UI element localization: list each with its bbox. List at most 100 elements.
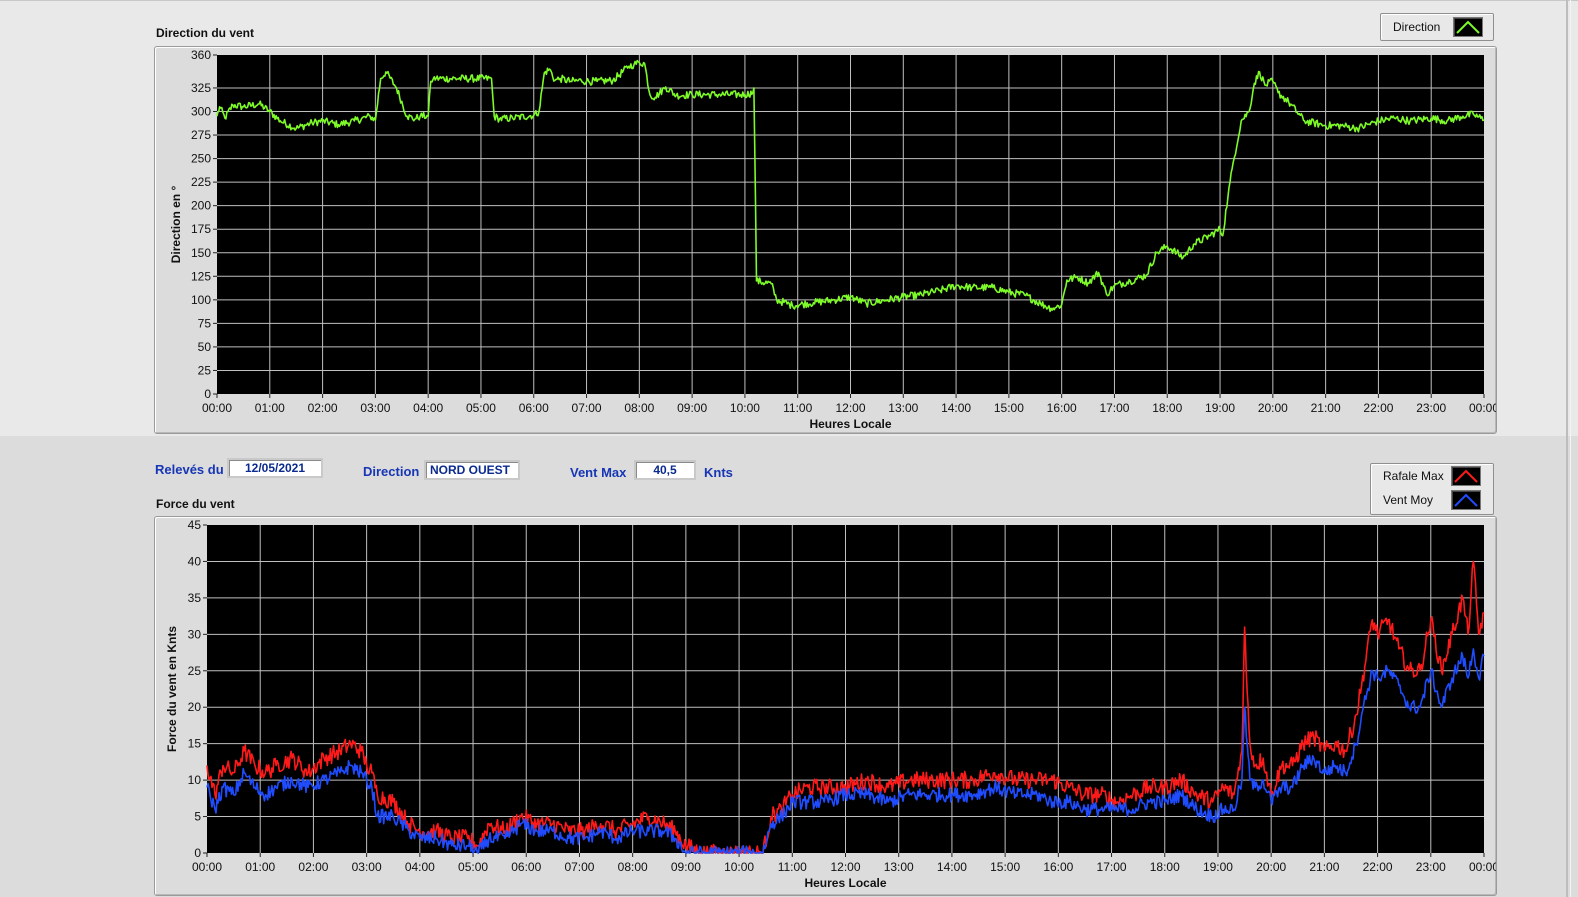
x-tick-label: 00:00 (202, 401, 232, 415)
vent-max-field[interactable]: 40,5 (634, 460, 696, 480)
x-tick-label: 19:00 (1205, 401, 1235, 415)
y-tick-label: 325 (191, 81, 211, 95)
x-tick-label: 17:00 (1099, 401, 1129, 415)
vent-max-label: Vent Max (570, 465, 627, 480)
x-tick-label: 00:00 (1469, 860, 1496, 874)
window-edge (1566, 0, 1568, 897)
x-tick-label: 16:00 (1043, 860, 1073, 874)
x-tick-label: 03:00 (352, 860, 382, 874)
x-tick-label: 10:00 (724, 860, 754, 874)
y-tick-label: 50 (198, 340, 212, 354)
x-tick-label: 11:00 (778, 860, 807, 874)
y-tick-label: 225 (191, 175, 211, 189)
date-label: Relevés du (155, 462, 224, 477)
y-tick-label: 20 (188, 700, 202, 714)
y-tick-label: 25 (198, 363, 212, 377)
x-tick-label: 06:00 (519, 401, 549, 415)
y-tick-label: 175 (191, 222, 211, 236)
y-tick-label: 100 (191, 293, 211, 307)
x-tick-label: 23:00 (1416, 860, 1446, 874)
x-tick-label: 09:00 (677, 401, 707, 415)
x-tick-label: 06:00 (511, 860, 541, 874)
y-tick-label: 45 (188, 518, 202, 532)
x-tick-label: 00:00 (192, 860, 222, 874)
y-axis-label: Direction en ° (169, 186, 183, 264)
legend-swatch-rafale (1451, 466, 1481, 486)
y-tick-label: 0 (204, 387, 211, 401)
x-tick-label: 14:00 (937, 860, 967, 874)
x-tick-label: 14:00 (941, 401, 971, 415)
legend-item-moyen: Vent Moy (1371, 488, 1493, 512)
x-tick-label: 20:00 (1258, 401, 1288, 415)
force-panel-title: Force du vent (156, 497, 235, 511)
x-tick-label: 23:00 (1416, 401, 1446, 415)
direction-field[interactable]: NORD OUEST (424, 460, 520, 480)
x-tick-label: 21:00 (1311, 401, 1341, 415)
x-axis-label: Heures Locale (809, 417, 891, 431)
x-tick-label: 15:00 (994, 401, 1024, 415)
legend-label-direction: Direction (1393, 20, 1441, 34)
x-tick-label: 22:00 (1363, 860, 1393, 874)
x-tick-label: 09:00 (671, 860, 701, 874)
x-tick-label: 07:00 (564, 860, 594, 874)
y-tick-label: 150 (191, 246, 211, 260)
x-axis-label: Heures Locale (804, 876, 886, 890)
x-tick-label: 21:00 (1309, 860, 1339, 874)
x-tick-label: 15:00 (990, 860, 1020, 874)
x-tick-label: 13:00 (888, 401, 918, 415)
y-tick-label: 360 (191, 48, 211, 62)
y-tick-label: 125 (191, 269, 211, 283)
y-tick-label: 35 (188, 591, 202, 605)
x-tick-label: 12:00 (830, 860, 860, 874)
y-axis-label: Force du vent en Knts (165, 626, 179, 752)
force-legend: Rafale Max Vent Moy (1370, 463, 1494, 515)
y-tick-label: 25 (188, 664, 202, 678)
x-tick-label: 05:00 (458, 860, 488, 874)
legend-item-rafale: Rafale Max (1371, 464, 1493, 488)
x-tick-label: 12:00 (835, 401, 865, 415)
x-tick-label: 02:00 (308, 401, 338, 415)
y-tick-label: 250 (191, 152, 211, 166)
x-tick-label: 20:00 (1256, 860, 1286, 874)
direction-chart: 00:00 01:00 02:00 03:00 04:00 05:00 06:00 07:00… (169, 48, 1496, 431)
y-tick-label: 275 (191, 128, 211, 142)
legend-item-direction: Direction (1381, 15, 1493, 39)
y-tick-label: 75 (198, 316, 212, 330)
x-tick-label: 04:00 (405, 860, 435, 874)
y-tick-label: 0 (194, 846, 201, 860)
x-tick-label: 19:00 (1203, 860, 1233, 874)
legend-label-rafale: Rafale Max (1383, 469, 1444, 483)
y-tick-label: 5 (194, 810, 201, 824)
x-tick-label: 22:00 (1363, 401, 1393, 415)
direction-panel-title: Direction du vent (156, 26, 255, 40)
y-tick-label: 200 (191, 199, 211, 213)
direction-label: Direction (363, 464, 420, 479)
x-tick-label: 05:00 (466, 401, 496, 415)
x-tick-label: 17:00 (1097, 860, 1127, 874)
x-tick-label: 10:00 (730, 401, 760, 415)
y-tick-label: 10 (188, 773, 202, 787)
x-tick-label: 13:00 (884, 860, 914, 874)
x-tick-label: 16:00 (1047, 401, 1077, 415)
x-tick-label: 08:00 (624, 401, 654, 415)
x-tick-label: 03:00 (360, 401, 390, 415)
x-tick-label: 02:00 (298, 860, 328, 874)
x-tick-label: 18:00 (1150, 860, 1180, 874)
legend-swatch-moyen (1451, 490, 1481, 510)
x-tick-label: 01:00 (255, 401, 285, 415)
direction-legend: Direction (1380, 13, 1494, 41)
date-field[interactable]: 12/05/2021 (227, 458, 323, 478)
y-tick-label: 40 (188, 554, 202, 568)
x-tick-label: 11:00 (783, 401, 812, 415)
x-tick-label: 01:00 (245, 860, 275, 874)
legend-swatch-direction (1453, 17, 1483, 37)
window-edge-highlight (1570, 0, 1571, 897)
legend-label-moyen: Vent Moy (1383, 493, 1434, 507)
x-tick-label: 08:00 (618, 860, 648, 874)
y-tick-label: 15 (188, 737, 202, 751)
x-tick-label: 07:00 (572, 401, 602, 415)
x-tick-label: 00:00 (1469, 401, 1496, 415)
y-tick-label: 300 (191, 105, 211, 119)
y-tick-label: 30 (188, 627, 202, 641)
x-tick-label: 18:00 (1152, 401, 1182, 415)
